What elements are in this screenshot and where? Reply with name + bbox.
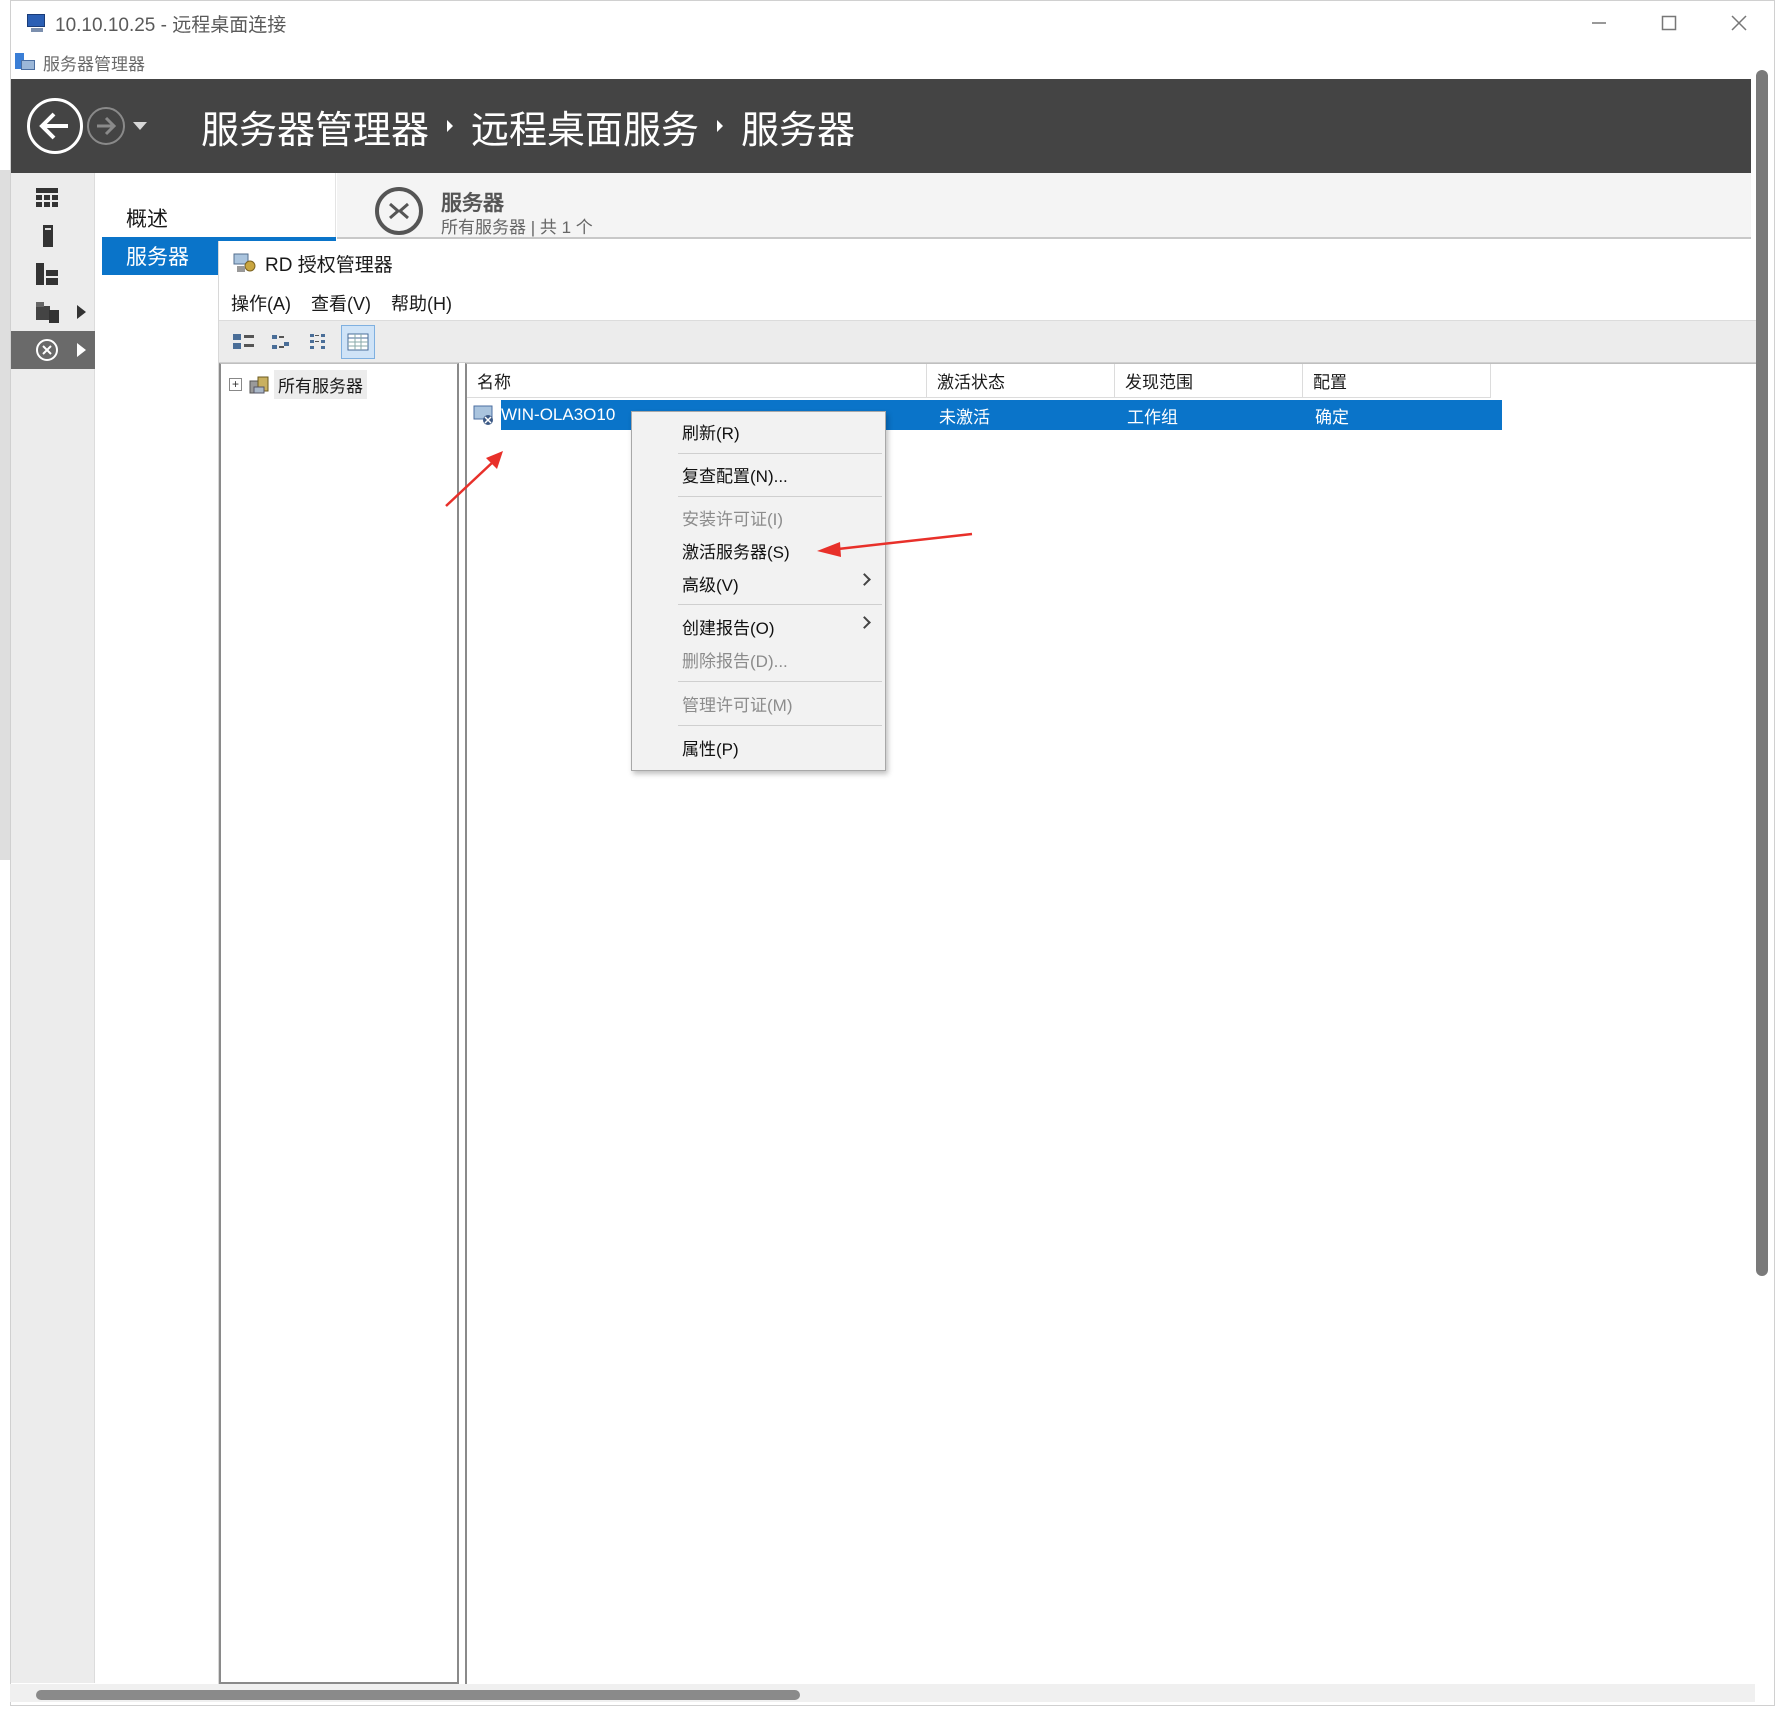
- remote-desktop-icon: [36, 339, 58, 361]
- menu-item-activate-server[interactable]: 激活服务器(S): [632, 535, 885, 565]
- menu-separator: [678, 604, 882, 605]
- details-view-icon: [347, 333, 369, 350]
- breadcrumb-separator-icon: [717, 120, 724, 132]
- breadcrumb: 服务器管理器 远程桌面服务 服务器: [201, 99, 855, 154]
- window-controls: [1564, 1, 1774, 45]
- expand-arrow-icon[interactable]: [77, 305, 86, 319]
- column-header-activation[interactable]: 激活状态: [927, 364, 1115, 398]
- rail-file-services[interactable]: [11, 293, 95, 331]
- tree-node-all-servers[interactable]: + 所有服务器: [229, 370, 367, 399]
- page-header: 服务器 所有服务器 | 共 1 个: [337, 173, 1751, 239]
- menu-item-refresh[interactable]: 刷新(R): [632, 416, 885, 446]
- submenu-chevron-icon: [858, 573, 871, 586]
- column-header-name[interactable]: 名称: [467, 364, 927, 398]
- maximize-button[interactable]: [1634, 1, 1704, 45]
- icon-rail: [11, 173, 95, 1683]
- remote-desktop-app-icon: [25, 12, 47, 34]
- breadcrumb-item[interactable]: 远程桌面服务: [471, 99, 699, 154]
- small-icons-view-icon: [272, 334, 289, 349]
- rd-license-manager-window: RD 授权管理器 操作(A) 查看(V) 帮助(H) + 所有服务器 名称 激活…: [218, 241, 1764, 1684]
- context-menu: 刷新(R) 复查配置(N)... 安装许可证(I) 激活服务器(S) 高级(V)…: [631, 411, 886, 771]
- details-view-button[interactable]: [341, 324, 375, 359]
- column-header-config[interactable]: 配置: [1303, 364, 1491, 398]
- rail-local-server[interactable]: [11, 217, 95, 255]
- menu-item-manage-licenses: 管理许可证(M): [682, 695, 793, 715]
- file-services-icon: [36, 302, 59, 323]
- list-header: 名称 激活状态 发现范围 配置: [467, 364, 1491, 398]
- arrow-left-icon: [39, 112, 68, 140]
- menu-separator: [678, 496, 882, 497]
- tree-expander-icon[interactable]: +: [229, 378, 242, 391]
- large-icons-view-icon: [233, 333, 254, 349]
- menu-item-label: 创建报告(O): [682, 618, 775, 638]
- list-view-icon: [310, 333, 325, 349]
- menu-separator: [678, 453, 882, 454]
- rd-license-manager-title: RD 授权管理器: [265, 254, 393, 276]
- menu-separator: [678, 725, 882, 726]
- menu-item-delete-reports: 删除报告(D)...: [682, 651, 788, 671]
- menu-item-properties[interactable]: 属性(P): [632, 732, 885, 762]
- expand-arrow-icon[interactable]: [77, 343, 86, 357]
- server-manager-header: 服务器管理器 远程桌面服务 服务器: [11, 79, 1751, 173]
- menu-action[interactable]: 操作(A): [231, 290, 291, 316]
- rdp-titlebar: 10.10.10.25 - 远程桌面连接: [11, 1, 1774, 45]
- local-server-icon: [43, 225, 53, 247]
- menu-help[interactable]: 帮助(H): [391, 290, 452, 316]
- license-server-status-icon: [473, 405, 493, 425]
- server-manager-app-icon: [15, 53, 35, 71]
- tree-label: 所有服务器: [274, 370, 367, 399]
- arrow-right-icon: [97, 116, 117, 136]
- background-window-strip: [0, 170, 10, 860]
- minimize-icon: [1592, 22, 1606, 24]
- menu-item-install-licenses: 安装许可证(I): [682, 509, 784, 529]
- rail-dashboard[interactable]: [11, 179, 95, 217]
- server-manager-titlebar: 服务器管理器: [11, 45, 1774, 79]
- breadcrumb-separator-icon: [447, 120, 454, 132]
- menu-item-create-report[interactable]: 创建报告(O): [632, 611, 885, 641]
- rdp-window-title: 10.10.10.25 - 远程桌面连接: [55, 14, 287, 36]
- horizontal-scrollbar-thumb[interactable]: [36, 1690, 800, 1700]
- table-row[interactable]: WIN-OLA3O10 未激活 工作组 确定: [473, 400, 1502, 430]
- menu-item-advanced[interactable]: 高级(V): [632, 568, 885, 598]
- rail-all-servers[interactable]: [11, 255, 95, 293]
- submenu-chevron-icon: [858, 616, 871, 629]
- toolbar: [219, 321, 1763, 363]
- tree-pane: + 所有服务器: [219, 363, 459, 1684]
- rail-remote-desktop[interactable]: [11, 331, 95, 369]
- close-icon: [1731, 15, 1747, 31]
- dashboard-icon: [36, 188, 58, 207]
- cell-activation: 未激活: [939, 407, 990, 427]
- cell-scope: 工作组: [1127, 407, 1178, 427]
- nav-item-overview[interactable]: 概述: [102, 199, 336, 237]
- license-manager-icon: [233, 253, 256, 272]
- all-servers-icon: [36, 263, 58, 285]
- menu-separator: [678, 681, 882, 682]
- server-group-icon: [249, 376, 269, 393]
- remote-desktop-window: 10.10.10.25 - 远程桌面连接 服务器管理器 服务器管理器 远程桌面服…: [10, 0, 1775, 1706]
- menu-view[interactable]: 查看(V): [311, 290, 371, 316]
- back-button[interactable]: [27, 98, 83, 154]
- breadcrumb-item[interactable]: 服务器管理器: [201, 99, 429, 154]
- cell-config: 确定: [1315, 407, 1349, 427]
- column-header-scope[interactable]: 发现范围: [1115, 364, 1303, 398]
- small-icons-view-button[interactable]: [265, 325, 299, 359]
- vertical-scrollbar[interactable]: [1756, 70, 1768, 1276]
- server-manager-title: 服务器管理器: [43, 54, 145, 74]
- breadcrumb-item[interactable]: 服务器: [741, 99, 855, 154]
- minimize-button[interactable]: [1564, 1, 1634, 45]
- forward-button[interactable]: [87, 107, 125, 145]
- rd-license-manager-titlebar: RD 授权管理器: [219, 241, 1763, 285]
- menu-item-review-config[interactable]: 复查配置(N)...: [632, 459, 885, 489]
- history-dropdown-icon[interactable]: [133, 122, 147, 130]
- menubar: 操作(A) 查看(V) 帮助(H): [219, 285, 1763, 321]
- large-icons-view-button[interactable]: [227, 325, 261, 359]
- remote-desktop-services-icon: [375, 187, 423, 235]
- page-subtitle: 所有服务器 | 共 1 个: [441, 218, 593, 237]
- maximize-icon: [1661, 15, 1677, 31]
- menu-item-label: 高级(V): [682, 575, 739, 595]
- close-button[interactable]: [1704, 1, 1774, 45]
- list-view-button[interactable]: [303, 325, 337, 359]
